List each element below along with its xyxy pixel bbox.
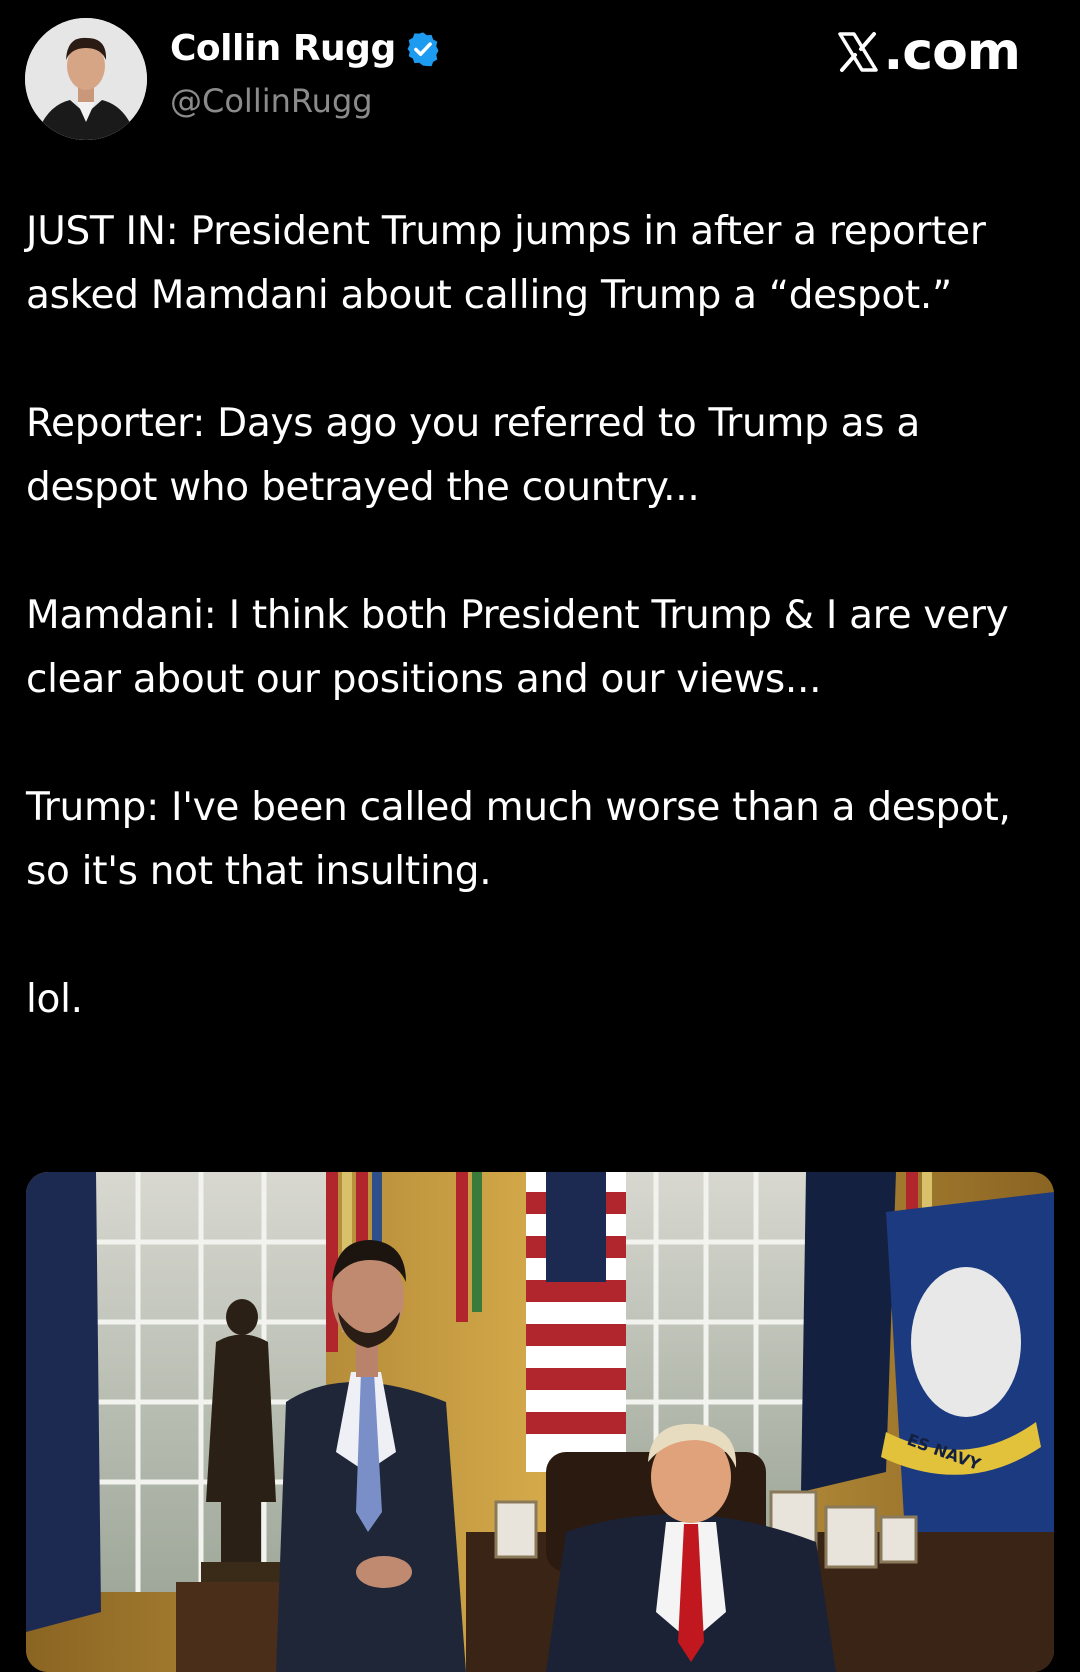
- site-watermark: .com: [834, 22, 1021, 82]
- author-avatar[interactable]: [25, 18, 147, 140]
- avatar-image: [25, 18, 147, 140]
- verified-badge-icon: [404, 30, 442, 68]
- site-domain-label: .com: [883, 22, 1021, 82]
- tweet-paragraph: JUST IN: President Trump jumps in after …: [26, 209, 998, 318]
- oval-office-photo: ES NAVY: [26, 1172, 1054, 1672]
- tweet-paragraph: Trump: I've been called much worse than …: [26, 785, 1023, 894]
- author-handle[interactable]: @CollinRugg: [170, 82, 373, 120]
- tweet-header: Collin Rugg @CollinRugg .com: [0, 0, 1080, 150]
- author-name[interactable]: Collin Rugg: [170, 28, 396, 69]
- tweet-media-photo[interactable]: ES NAVY: [26, 1172, 1054, 1672]
- tweet-paragraph: lol.: [26, 977, 83, 1022]
- tweet-paragraph: Mamdani: I think both President Trump & …: [26, 593, 1021, 702]
- tweet-paragraph: Reporter: Days ago you referred to Trump…: [26, 401, 933, 510]
- american-flag: [526, 1172, 626, 1472]
- tweet-text: JUST IN: President Trump jumps in after …: [26, 200, 1046, 1096]
- x-logo-icon: [837, 32, 878, 72]
- author-name-row: Collin Rugg: [170, 28, 442, 69]
